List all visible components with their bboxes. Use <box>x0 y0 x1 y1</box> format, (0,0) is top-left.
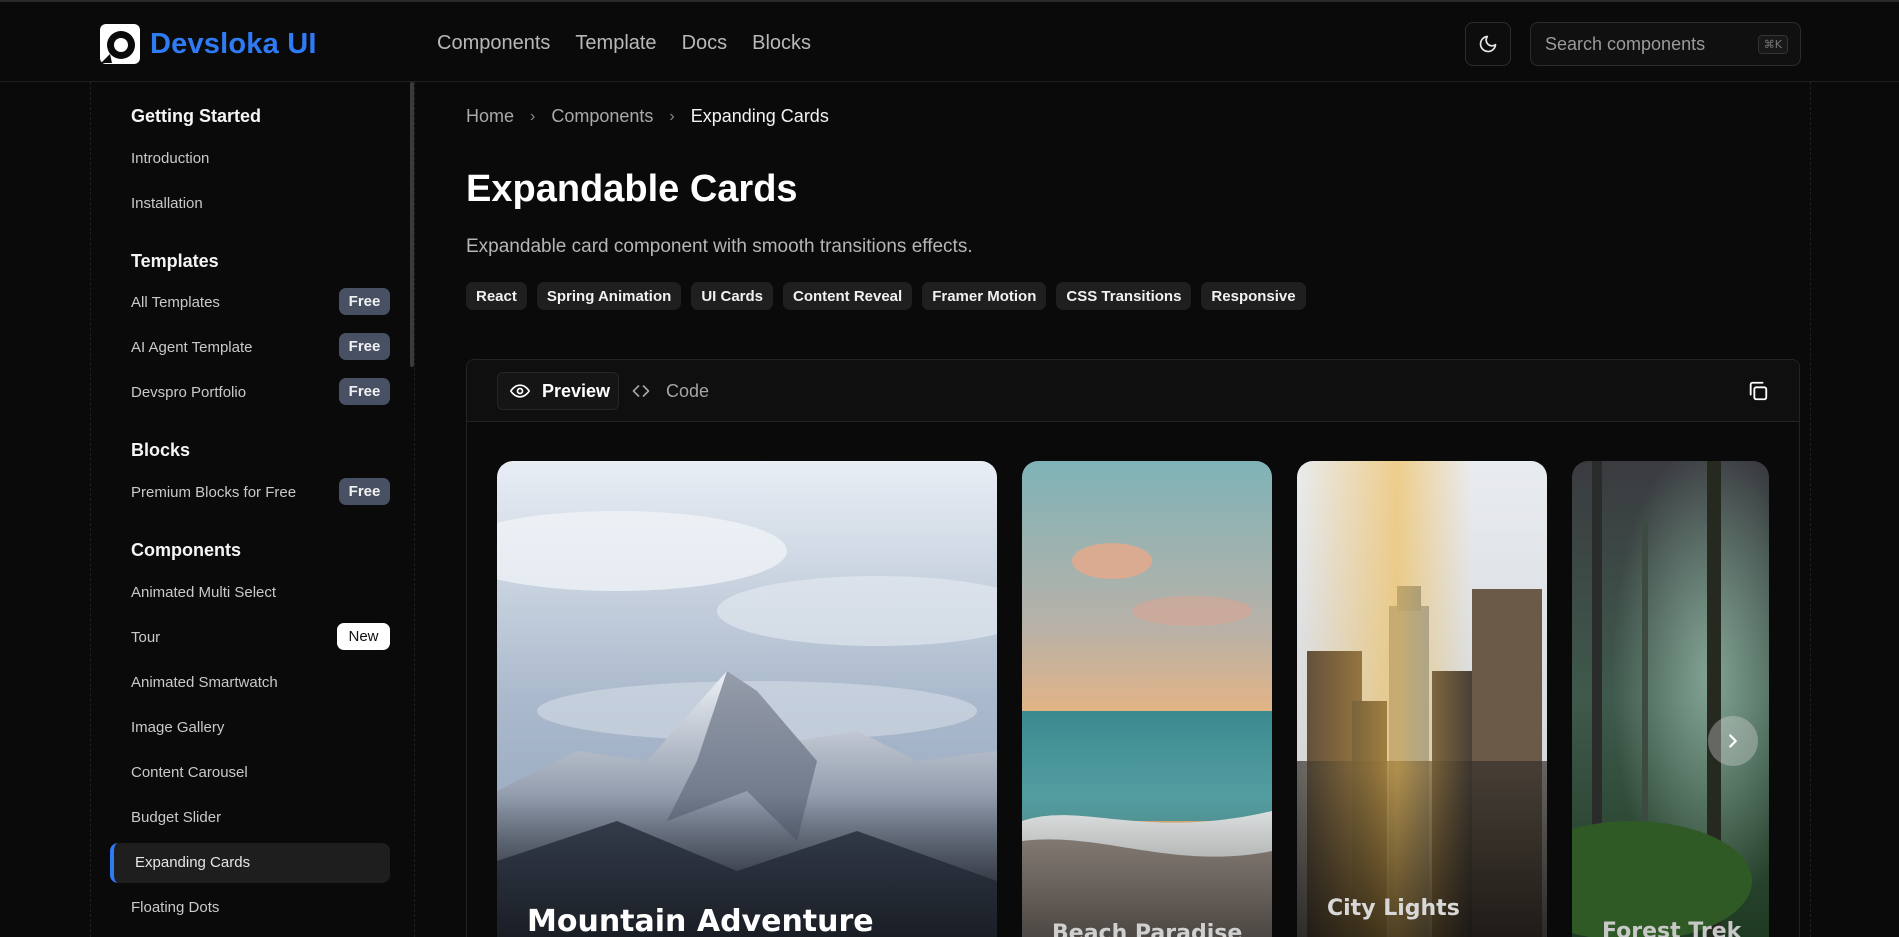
tab-code-label: Code <box>666 380 710 401</box>
frame-divider <box>1810 82 1811 937</box>
sidebar-item-image-gallery[interactable]: Image Gallery <box>131 719 224 736</box>
sidebar-item-floating-dots[interactable]: Floating Dots <box>131 899 219 916</box>
tab-code[interactable]: Code <box>630 372 709 410</box>
sidebar-item-content-carousel[interactable]: Content Carousel <box>131 764 248 781</box>
code-icon <box>632 385 650 397</box>
tab-preview[interactable]: Preview <box>497 372 619 410</box>
copy-icon[interactable] <box>1747 380 1769 402</box>
badge-free: Free <box>339 288 390 315</box>
city-image <box>1297 461 1547 937</box>
card-title: Forest Trek <box>1602 919 1742 937</box>
sidebar-section-getting-started: Getting Started <box>131 106 262 126</box>
tag: React <box>466 282 527 310</box>
tag: Framer Motion <box>922 282 1047 310</box>
brand-logo-icon <box>100 24 140 64</box>
moon-icon <box>1479 35 1497 53</box>
sidebar-item-installation[interactable]: Installation <box>131 195 203 212</box>
card-title: City Lights <box>1327 896 1460 921</box>
breadcrumb-components[interactable]: Components <box>551 106 653 127</box>
tag: CSS Transitions <box>1056 282 1192 310</box>
badge-free: Free <box>339 478 390 505</box>
sidebar: Getting Started Introduction Installatio… <box>91 82 413 937</box>
nav-docs[interactable]: Docs <box>682 32 728 55</box>
page-title: Expandable Cards <box>466 168 798 210</box>
sidebar-item-expanding-cards[interactable]: Expanding Cards <box>110 843 390 883</box>
sidebar-item-devspro-portfolio[interactable]: Devspro Portfolio <box>131 384 246 401</box>
top-navigation-bar: Devsloka UI Components Template Docs Blo… <box>0 0 1899 82</box>
tag: Content Reveal <box>783 282 913 310</box>
card-beach-paradise[interactable]: Beach Paradise <box>1022 461 1272 937</box>
chevron-right-icon: › <box>669 107 675 125</box>
mountain-image <box>497 461 997 937</box>
nav-blocks[interactable]: Blocks <box>752 32 811 55</box>
badge-new: New <box>337 623 390 650</box>
tag-list: React Spring Animation UI Cards Content … <box>466 282 1306 310</box>
preview-panel-header: Preview Code <box>467 360 1799 422</box>
carousel-next-button[interactable] <box>1708 716 1758 766</box>
forest-image <box>1572 461 1769 937</box>
card-title: Mountain Adventure <box>527 904 874 937</box>
breadcrumb-current: Expanding Cards <box>690 106 829 126</box>
chevron-right-icon <box>1729 734 1737 748</box>
breadcrumb: Home › Components › Expanding Cards <box>466 106 829 127</box>
card-mountain-adventure[interactable]: Mountain Adventure <box>497 461 997 937</box>
sidebar-item-all-templates[interactable]: All Templates <box>131 294 220 311</box>
sidebar-item-premium-blocks[interactable]: Premium Blocks for Free <box>131 484 296 501</box>
sidebar-item-animated-multi-select[interactable]: Animated Multi Select <box>131 584 276 601</box>
tag: Spring Animation <box>536 282 682 310</box>
card-city-lights[interactable]: City Lights <box>1297 461 1547 937</box>
brand-logo[interactable]: Devsloka UI <box>98 22 317 66</box>
sidebar-section-blocks: Blocks <box>131 440 191 460</box>
tag: UI Cards <box>691 282 773 310</box>
sidebar-item-ai-agent-template[interactable]: AI Agent Template <box>131 339 252 356</box>
search-shortcut: ⌘K <box>1757 35 1788 54</box>
card-forest-trek[interactable]: Forest Trek <box>1572 461 1769 937</box>
tag: Responsive <box>1201 282 1306 310</box>
nav-template[interactable]: Template <box>575 32 656 55</box>
page-description: Expandable card component with smooth tr… <box>466 236 973 257</box>
theme-toggle-button[interactable] <box>1465 22 1511 66</box>
sidebar-item-budget-slider[interactable]: Budget Slider <box>131 809 221 826</box>
sidebar-item-animated-smartwatch[interactable]: Animated Smartwatch <box>131 674 278 691</box>
beach-image <box>1022 461 1272 937</box>
main-nav: Components Template Docs Blocks <box>437 32 811 55</box>
frame-divider <box>414 82 415 937</box>
sidebar-item-tour[interactable]: Tour <box>131 629 160 646</box>
nav-components[interactable]: Components <box>437 32 550 55</box>
sidebar-item-introduction[interactable]: Introduction <box>131 150 209 167</box>
badge-free: Free <box>339 333 390 360</box>
tab-preview-label: Preview <box>542 380 611 401</box>
sidebar-section-components: Components <box>131 540 241 560</box>
card-title: Beach Paradise <box>1052 921 1243 937</box>
breadcrumb-home[interactable]: Home <box>466 106 514 127</box>
sidebar-section-templates: Templates <box>131 251 219 271</box>
search-input[interactable] <box>1545 33 1745 55</box>
brand-name: Devsloka UI <box>150 27 317 60</box>
search-box[interactable]: ⌘K <box>1530 22 1801 66</box>
eye-icon <box>510 384 530 398</box>
badge-free: Free <box>339 378 390 405</box>
sidebar-item-label: Expanding Cards <box>135 854 251 871</box>
chevron-right-icon: › <box>530 107 536 125</box>
sidebar-scrollbar[interactable] <box>410 82 414 367</box>
